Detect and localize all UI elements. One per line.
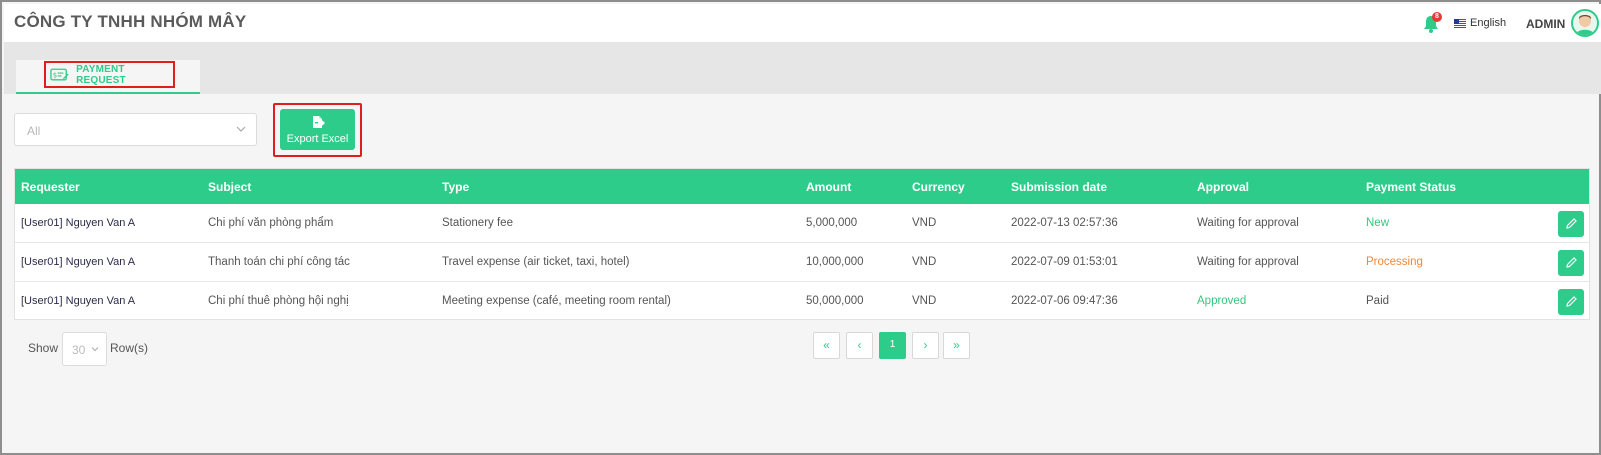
tab-payment-request[interactable]: $ PAYMENT REQUEST — [16, 60, 200, 94]
notification-badge: 8 — [1432, 12, 1442, 22]
requester-cell: [User01] Nguyen Van A — [21, 256, 136, 268]
col-approval[interactable]: Approval — [1197, 180, 1249, 194]
app-frame: CÔNG TY TNHH NHÓM MÂY 8 English ADMIN $ … — [0, 0, 1601, 455]
type-cell: Stationery fee — [442, 217, 513, 229]
table-header: Requester Subject Type Amount Currency S… — [15, 169, 1589, 204]
tab-highlight: $ PAYMENT REQUEST — [44, 61, 175, 88]
currency-cell: VND — [912, 217, 937, 229]
submission-date-cell: 2022-07-06 09:47:36 — [1011, 295, 1118, 307]
table-row[interactable]: [User01] Nguyen Van A Chi phí văn phòng … — [15, 204, 1589, 243]
requester-cell: [User01] Nguyen Van A — [21, 295, 136, 307]
col-requester[interactable]: Requester — [21, 180, 80, 194]
prev-page-button[interactable]: ‹ — [846, 332, 873, 359]
rows-per-page-select[interactable]: 30 — [62, 332, 107, 366]
col-payment-status[interactable]: Payment Status — [1366, 180, 1456, 194]
payment-status-cell: Processing — [1366, 256, 1423, 268]
col-currency[interactable]: Currency — [912, 180, 965, 194]
user-name[interactable]: ADMIN — [1526, 17, 1565, 31]
requester-cell: [User01] Nguyen Van A — [21, 217, 136, 229]
type-cell: Travel expense (air ticket, taxi, hotel) — [442, 256, 630, 268]
avatar[interactable] — [1571, 9, 1599, 37]
export-excel-button[interactable]: Export Excel — [280, 109, 355, 150]
subject-cell: Chi phí thuê phòng hội nghị — [208, 295, 349, 307]
chevron-down-icon — [236, 126, 246, 132]
page-1-button[interactable]: 1 — [879, 332, 906, 359]
col-submission-date[interactable]: Submission date — [1011, 180, 1107, 194]
amount-cell: 5,000,000 — [806, 217, 858, 229]
show-label: Show — [28, 341, 59, 355]
submission-date-cell: 2022-07-09 01:53:01 — [1011, 256, 1118, 268]
pencil-icon — [1566, 218, 1577, 229]
subject-cell: Thanh toán chi phí công tác — [208, 256, 350, 268]
first-page-button[interactable]: « — [813, 332, 840, 359]
rows-per-page-value: 30 — [72, 343, 86, 357]
table-row[interactable]: [User01] Nguyen Van A Chi phí thuê phòng… — [15, 282, 1589, 321]
export-excel-label: Export Excel — [286, 132, 349, 145]
pencil-icon — [1566, 257, 1577, 268]
amount-cell: 50,000,000 — [806, 295, 864, 307]
col-amount[interactable]: Amount — [806, 180, 851, 194]
us-flag-icon — [1454, 19, 1466, 28]
approval-cell: Waiting for approval — [1197, 256, 1299, 268]
table-row[interactable]: [User01] Nguyen Van A Thanh toán chi phí… — [15, 243, 1589, 282]
approval-cell: Approved — [1197, 295, 1247, 307]
rows-label: Row(s) — [110, 341, 148, 355]
approval-cell: Waiting for approval — [1197, 217, 1299, 229]
top-header: CÔNG TY TNHH NHÓM MÂY 8 English ADMIN — [4, 4, 1601, 42]
edit-button[interactable] — [1558, 289, 1584, 315]
status-filter-select[interactable]: All — [14, 113, 257, 146]
status-filter-value: All — [27, 124, 41, 138]
chevron-down-icon — [91, 347, 99, 352]
currency-cell: VND — [912, 295, 937, 307]
last-page-button[interactable]: » — [943, 332, 970, 359]
edit-button[interactable] — [1558, 211, 1584, 237]
company-name: CÔNG TY TNHH NHÓM MÂY — [14, 12, 247, 31]
svg-text:$: $ — [53, 71, 57, 79]
payment-status-cell: Paid — [1366, 295, 1390, 307]
subject-cell: Chi phí văn phòng phẩm — [208, 217, 334, 229]
type-cell: Meeting expense (café, meeting room rent… — [442, 295, 671, 307]
pencil-icon — [1566, 296, 1577, 307]
tab-label: PAYMENT REQUEST — [76, 63, 126, 86]
edit-button[interactable] — [1558, 250, 1584, 276]
excel-export-icon — [312, 115, 325, 128]
language-selector[interactable]: English — [1470, 17, 1506, 29]
user-avatar-icon — [1576, 15, 1594, 35]
payment-request-table: Requester Subject Type Amount Currency S… — [14, 168, 1590, 320]
currency-cell: VND — [912, 256, 937, 268]
submission-date-cell: 2022-07-13 02:57:36 — [1011, 217, 1118, 229]
col-subject[interactable]: Subject — [208, 180, 251, 194]
payment-request-icon: $ — [50, 68, 69, 80]
amount-cell: 10,000,000 — [806, 256, 864, 268]
export-highlight: Export Excel — [273, 103, 362, 157]
tab-bar: $ PAYMENT REQUEST — [4, 42, 1601, 94]
next-page-button[interactable]: › — [912, 332, 939, 359]
payment-status-cell: New — [1366, 217, 1390, 229]
col-type[interactable]: Type — [442, 180, 469, 194]
